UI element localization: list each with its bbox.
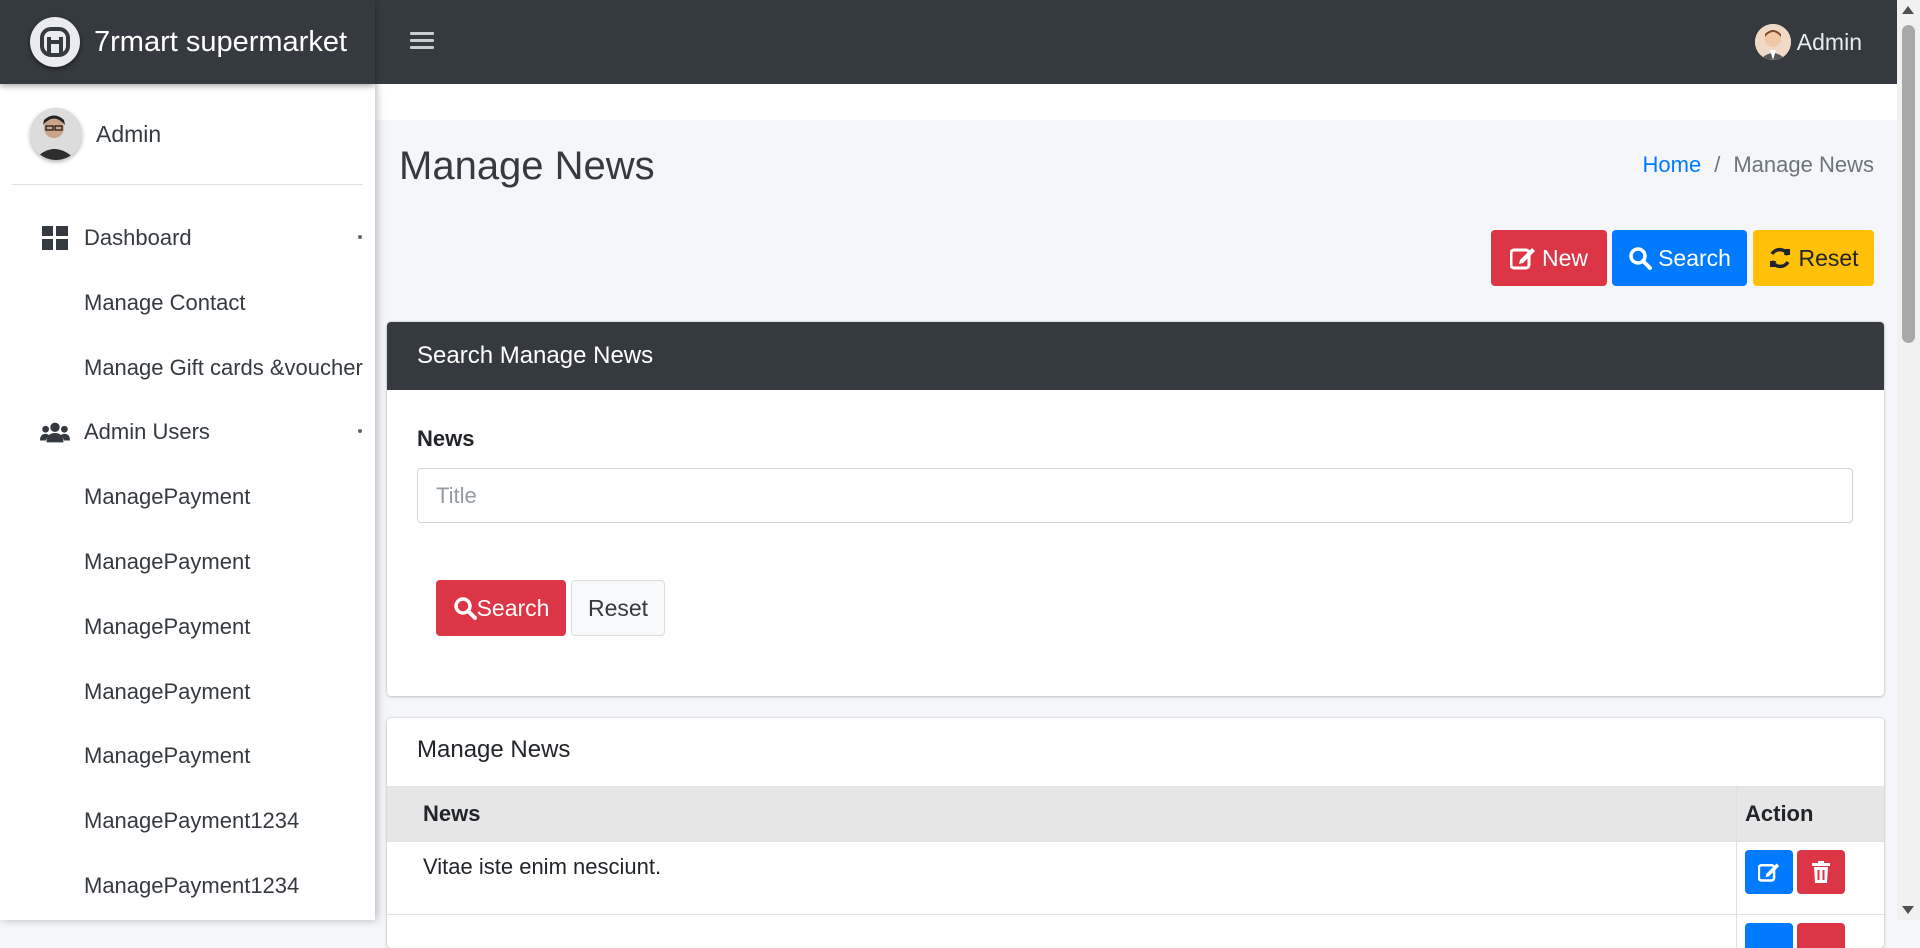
search-reset-label: Reset	[588, 595, 648, 622]
sidebar-item-label: ManagePayment1234	[84, 808, 299, 834]
sidebar-item-label: Manage Contact	[84, 290, 245, 316]
search-icon	[1628, 246, 1652, 270]
delete-button[interactable]	[1797, 923, 1845, 948]
column-header-news: News	[387, 787, 1737, 842]
sidebar-item-manage-payment-1234[interactable]: ManagePayment1234	[0, 861, 375, 911]
sidebar-item-manage-payment[interactable]: ManagePayment	[0, 472, 375, 522]
search-button-label: Search	[1658, 245, 1731, 272]
news-list-title: Manage News	[417, 736, 570, 764]
dashboard-icon	[40, 223, 70, 253]
breadcrumb-separator: /	[1714, 152, 1720, 177]
scroll-down-arrow-icon[interactable]	[1902, 906, 1914, 914]
action-cell	[1737, 842, 1885, 915]
sidebar-item-dashboard[interactable]: Dashboard	[0, 213, 375, 263]
edit-icon	[1510, 246, 1536, 270]
search-submit-button[interactable]: Search	[436, 580, 566, 636]
breadcrumb-home-link[interactable]: Home	[1643, 152, 1702, 177]
column-header-action: Action	[1737, 787, 1885, 842]
breadcrumb-current: Manage News	[1733, 152, 1874, 177]
news-field-label: News	[417, 426, 474, 452]
expand-indicator-icon	[358, 235, 362, 239]
brand[interactable]: 7rmart supermarket	[0, 0, 375, 84]
sidebar-item-label: Dashboard	[84, 225, 192, 251]
search-icon	[453, 596, 477, 620]
brand-name: 7rmart supermarket	[94, 26, 347, 59]
reset-button-label: Reset	[1798, 245, 1858, 272]
breadcrumb: Home / Manage News	[1643, 152, 1874, 178]
sidebar-item-label: Manage Gift cards &voucher	[84, 355, 363, 381]
delete-button[interactable]	[1797, 850, 1845, 894]
news-list-card: Manage News News Action Vitae iste enim …	[387, 718, 1884, 948]
news-cell: Vitae iste enim nesciunt.	[387, 842, 1737, 915]
new-button[interactable]: New	[1491, 230, 1607, 286]
sidebar-item-manage-payment[interactable]: ManagePayment	[0, 731, 375, 781]
sidebar-item-manage-payment-1234[interactable]: ManagePayment1234	[0, 796, 375, 846]
sidebar-item-admin-users[interactable]: Admin Users	[0, 407, 375, 457]
scroll-up-arrow-icon[interactable]	[1902, 6, 1914, 14]
sidebar-item-label: ManagePayment	[84, 679, 250, 705]
sidebar-user-panel[interactable]: Admin	[12, 84, 363, 185]
expand-indicator-icon	[358, 429, 362, 433]
news-table: News Action Vitae iste enim nesciunt.	[387, 786, 1884, 948]
search-button[interactable]: Search	[1612, 230, 1747, 286]
edit-icon	[1758, 861, 1780, 883]
sidebar-item-label: Admin Users	[84, 419, 210, 445]
top-user-menu[interactable]: Admin	[1755, 24, 1862, 60]
search-submit-label: Search	[477, 595, 550, 622]
sidebar-item-manage-payment[interactable]: ManagePayment	[0, 667, 375, 717]
top-user-name: Admin	[1797, 29, 1862, 56]
page-scrollbar[interactable]	[1897, 0, 1920, 920]
trash-icon	[1812, 861, 1830, 883]
new-button-label: New	[1542, 245, 1588, 272]
news-title-input[interactable]	[417, 468, 1853, 523]
sidebar-item-manage-contact[interactable]: Manage Contact	[0, 278, 375, 328]
sidebar-user-name: Admin	[96, 121, 161, 148]
refresh-icon	[1768, 246, 1792, 270]
page-title: Manage News	[399, 144, 655, 189]
sidebar-item-manage-gift-cards[interactable]: Manage Gift cards &voucher	[0, 343, 375, 393]
avatar	[30, 108, 82, 160]
search-reset-button[interactable]: Reset	[571, 580, 665, 636]
scrollbar-thumb[interactable]	[1902, 25, 1915, 343]
sidebar-item-label: ManagePayment	[84, 549, 250, 575]
search-card-header: Search Manage News	[387, 322, 1884, 390]
content-top-strip	[375, 84, 1897, 120]
sidebar-item-label: ManagePayment	[84, 743, 250, 769]
users-icon	[40, 417, 70, 447]
sidebar-item-label: ManagePayment	[84, 484, 250, 510]
sidebar: Admin Dashboard Manage Contact Manage Gi…	[0, 84, 375, 920]
sidebar-item-label: ManagePayment	[84, 614, 250, 640]
brand-logo-icon	[30, 17, 80, 67]
reset-button[interactable]: Reset	[1753, 230, 1874, 286]
edit-button[interactable]	[1745, 850, 1793, 894]
table-header-row: News Action	[387, 787, 1884, 842]
avatar	[1755, 24, 1791, 60]
top-navbar: Admin	[375, 0, 1897, 84]
sidebar-item-manage-payment[interactable]: ManagePayment	[0, 602, 375, 652]
search-card: Search Manage News News Search Reset	[387, 322, 1884, 696]
edit-button[interactable]	[1745, 923, 1793, 948]
table-row: Vitae iste enim nesciunt.	[387, 842, 1884, 915]
sidebar-item-label: ManagePayment1234	[84, 873, 299, 899]
sidebar-item-manage-payment[interactable]: ManagePayment	[0, 537, 375, 587]
menu-toggle-icon[interactable]	[410, 28, 434, 52]
